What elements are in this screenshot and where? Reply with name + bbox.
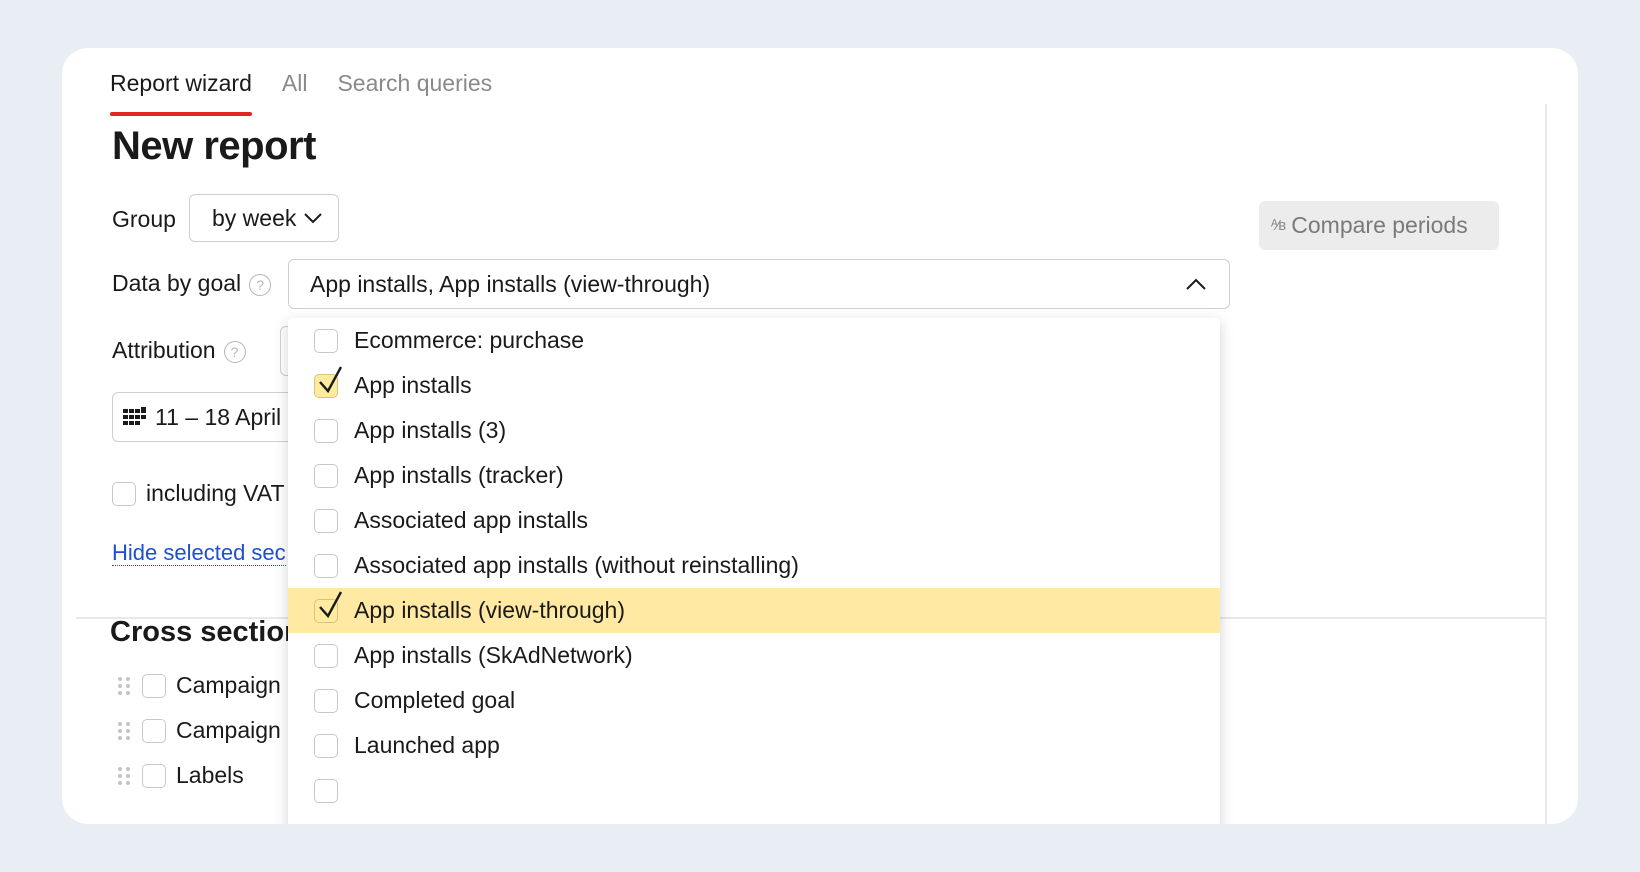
goal-option-checkbox[interactable] [314, 778, 338, 803]
goal-option-label: App installs (tracker) [354, 462, 564, 488]
goal-option-label: App installs (view-through) [354, 597, 626, 623]
help-icon[interactable]: ? [249, 273, 272, 296]
goal-option-label: Associated app installs [354, 507, 588, 533]
cross-section-row: Campaign [118, 672, 281, 699]
page-title: New report [112, 124, 316, 168]
drag-handle-icon[interactable] [118, 766, 132, 786]
goal-option-label: Completed goal [354, 687, 516, 713]
date-range-picker[interactable]: 11 – 18 April 2 [112, 392, 302, 442]
group-select-value: by week [212, 204, 297, 231]
goal-label: Data by goal? [112, 270, 272, 297]
goal-option-checkbox[interactable] [314, 328, 338, 353]
cross-sections-title: Cross sectior [110, 616, 296, 648]
tab-bar: Report wizard All Search queries [110, 58, 492, 116]
goal-label-text: Data by goal [112, 270, 242, 296]
goal-option-checkbox[interactable] [314, 463, 338, 488]
goal-select[interactable]: App installs, App installs (view-through… [288, 259, 1230, 309]
goal-dropdown-menu: Ecommerce: purchase App installs App ins… [288, 318, 1220, 824]
tab-report-wizard[interactable]: Report wizard [110, 58, 252, 116]
drag-handle-icon[interactable] [118, 721, 132, 741]
date-range-value: 11 – 18 April 2 [155, 403, 301, 430]
vat-option[interactable]: including VAT [112, 480, 285, 507]
cross-section-row: Campaign [118, 717, 281, 744]
goal-option-label: App installs (3) [354, 417, 507, 443]
goal-option[interactable]: App installs [288, 363, 1220, 408]
vat-label: including VAT [146, 480, 285, 506]
goal-select-value: App installs, App installs (view-through… [310, 270, 711, 297]
checkmark-icon [319, 365, 343, 393]
goal-option[interactable]: Launched app [288, 723, 1220, 768]
cross-section-checkbox[interactable] [142, 673, 166, 698]
checkmark-icon [319, 590, 343, 618]
goal-option[interactable]: Associated app installs [288, 498, 1220, 543]
cross-section-row: Labels [118, 762, 244, 789]
attribution-label: Attribution? [112, 337, 246, 364]
report-panel: Report wizard All Search queries New rep… [62, 48, 1578, 824]
goal-option-checkbox[interactable] [314, 365, 343, 398]
compare-periods-label: Compare periods [1291, 212, 1468, 238]
ab-icon: ᴬ⁄ʙ [1271, 217, 1286, 234]
vat-checkbox[interactable] [112, 481, 136, 506]
cross-section-checkbox[interactable] [142, 763, 166, 788]
goal-option-checkbox[interactable] [314, 643, 338, 668]
goal-option-label: Associated app installs (without reinsta… [354, 552, 799, 578]
goal-option-label: App installs [354, 372, 472, 398]
goal-option-label: Ecommerce: purchase [354, 327, 585, 353]
goal-option[interactable]: App installs (3) [288, 408, 1220, 453]
goal-option-checkbox[interactable] [314, 733, 338, 758]
goal-option[interactable]: App installs (tracker) [288, 453, 1220, 498]
drag-handle-icon[interactable] [118, 676, 132, 696]
chevron-up-icon [1186, 278, 1206, 290]
cross-section-checkbox[interactable] [142, 718, 166, 743]
goal-option[interactable]: App installs (view-through) [288, 588, 1220, 633]
tab-all[interactable]: All [282, 58, 308, 116]
divider-vertical [1545, 104, 1547, 824]
cross-section-label: Labels [176, 762, 244, 788]
group-select[interactable]: by week [189, 194, 339, 242]
compare-periods-button[interactable]: ᴬ⁄ʙ Compare periods [1259, 201, 1499, 250]
cross-section-label: Campaign [176, 672, 281, 698]
tab-search-queries[interactable]: Search queries [337, 58, 492, 116]
goal-option[interactable]: Ecommerce: purchase [288, 318, 1220, 363]
goal-option[interactable]: App installs (SkAdNetwork) [288, 633, 1220, 678]
goal-option-checkbox[interactable] [314, 508, 338, 533]
goal-option[interactable]: Completed goal [288, 678, 1220, 723]
hide-selected-link[interactable]: Hide selected sec [112, 540, 286, 566]
hide-selected-link-wrap: Hide selected sec [112, 540, 286, 566]
chevron-down-icon [304, 213, 323, 224]
goal-option[interactable]: Associated app installs (without reinsta… [288, 543, 1220, 588]
cross-section-label: Campaign [176, 717, 281, 743]
goal-option-checkbox[interactable] [314, 590, 343, 623]
goal-option-checkbox[interactable] [314, 418, 338, 443]
help-icon[interactable]: ? [223, 340, 246, 363]
goal-option-label: App installs (SkAdNetwork) [354, 642, 633, 668]
attribution-label-text: Attribution [112, 337, 216, 363]
goal-option-partial[interactable] [288, 768, 1220, 813]
goal-option-checkbox[interactable] [314, 553, 338, 578]
goal-option-label: Launched app [354, 732, 500, 758]
group-label: Group [112, 206, 176, 232]
calendar-icon [123, 407, 146, 425]
goal-option-checkbox[interactable] [314, 688, 338, 713]
